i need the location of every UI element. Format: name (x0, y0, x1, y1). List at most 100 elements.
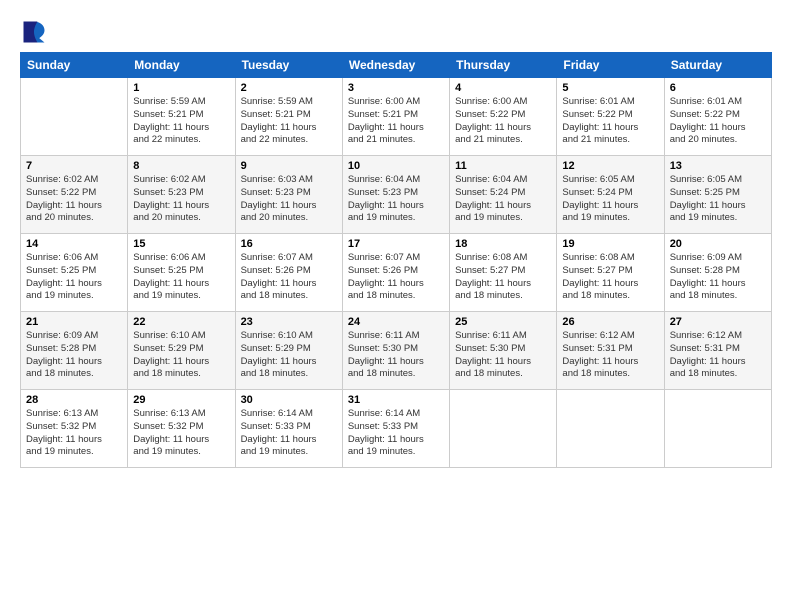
header-cell-saturday: Saturday (664, 53, 771, 78)
day-detail: Sunrise: 6:00 AM Sunset: 5:22 PM Dayligh… (455, 96, 551, 147)
day-number: 16 (241, 238, 337, 250)
day-cell: 15 Sunrise: 6:06 AM Sunset: 5:25 PM Dayli… (128, 234, 235, 312)
header-cell-wednesday: Wednesday (342, 53, 449, 78)
day-cell: 14 Sunrise: 6:06 AM Sunset: 5:25 PM Dayli… (21, 234, 128, 312)
day-cell (664, 390, 771, 468)
header-cell-tuesday: Tuesday (235, 53, 342, 78)
day-number: 3 (348, 82, 444, 94)
page: SundayMondayTuesdayWednesdayThursdayFrid… (0, 0, 792, 612)
day-cell: 9 Sunrise: 6:03 AM Sunset: 5:23 PM Daylig… (235, 156, 342, 234)
day-cell: 19 Sunrise: 6:08 AM Sunset: 5:27 PM Dayli… (557, 234, 664, 312)
day-number: 21 (26, 316, 122, 328)
day-detail: Sunrise: 6:14 AM Sunset: 5:33 PM Dayligh… (241, 408, 337, 459)
day-detail: Sunrise: 6:12 AM Sunset: 5:31 PM Dayligh… (670, 330, 766, 381)
week-row-4: 21 Sunrise: 6:09 AM Sunset: 5:28 PM Dayli… (21, 312, 772, 390)
day-cell: 16Sunrise: 6:07 AM Sunset: 5:26 PM Dayli… (235, 234, 342, 312)
day-number: 23 (241, 316, 337, 328)
day-detail: Sunrise: 6:02 AM Sunset: 5:22 PM Dayligh… (26, 174, 122, 225)
day-number: 15 (133, 238, 229, 250)
day-number: 22 (133, 316, 229, 328)
day-cell: 22 Sunrise: 6:10 AM Sunset: 5:29 PM Dayli… (128, 312, 235, 390)
day-number: 9 (241, 160, 337, 172)
week-row-3: 14 Sunrise: 6:06 AM Sunset: 5:25 PM Dayli… (21, 234, 772, 312)
day-cell: 11Sunrise: 6:04 AM Sunset: 5:24 PM Dayli… (450, 156, 557, 234)
day-detail: Sunrise: 6:06 AM Sunset: 5:25 PM Dayligh… (133, 252, 229, 303)
day-cell: 21 Sunrise: 6:09 AM Sunset: 5:28 PM Dayli… (21, 312, 128, 390)
day-detail: Sunrise: 6:14 AM Sunset: 5:33 PM Dayligh… (348, 408, 444, 459)
header-cell-friday: Friday (557, 53, 664, 78)
day-number: 18 (455, 238, 551, 250)
day-detail: Sunrise: 5:59 AM Sunset: 5:21 PM Dayligh… (241, 96, 337, 147)
day-number: 31 (348, 394, 444, 406)
day-number: 26 (562, 316, 658, 328)
day-cell: 12Sunrise: 6:05 AM Sunset: 5:24 PM Dayli… (557, 156, 664, 234)
day-cell: 1 Sunrise: 5:59 AM Sunset: 5:21 PM Daylig… (128, 78, 235, 156)
day-cell: 6 Sunrise: 6:01 AM Sunset: 5:22 PM Daylig… (664, 78, 771, 156)
day-detail: Sunrise: 6:01 AM Sunset: 5:22 PM Dayligh… (670, 96, 766, 147)
day-detail: Sunrise: 6:04 AM Sunset: 5:23 PM Dayligh… (348, 174, 444, 225)
day-detail: Sunrise: 6:08 AM Sunset: 5:27 PM Dayligh… (562, 252, 658, 303)
day-number: 30 (241, 394, 337, 406)
day-number: 20 (670, 238, 766, 250)
day-number: 10 (348, 160, 444, 172)
day-number: 13 (670, 160, 766, 172)
header-cell-sunday: Sunday (21, 53, 128, 78)
week-row-1: 1 Sunrise: 5:59 AM Sunset: 5:21 PM Daylig… (21, 78, 772, 156)
header-cell-monday: Monday (128, 53, 235, 78)
header-cell-thursday: Thursday (450, 53, 557, 78)
day-cell: 23 Sunrise: 6:10 AM Sunset: 5:29 PM Dayli… (235, 312, 342, 390)
day-detail: Sunrise: 6:11 AM Sunset: 5:30 PM Dayligh… (348, 330, 444, 381)
day-cell: 28Sunrise: 6:13 AM Sunset: 5:32 PM Dayli… (21, 390, 128, 468)
day-number: 8 (133, 160, 229, 172)
day-cell: 7Sunrise: 6:02 AM Sunset: 5:22 PM Daylig… (21, 156, 128, 234)
day-detail: Sunrise: 6:04 AM Sunset: 5:24 PM Dayligh… (455, 174, 551, 225)
day-cell: 2 Sunrise: 5:59 AM Sunset: 5:21 PM Daylig… (235, 78, 342, 156)
day-cell: 27Sunrise: 6:12 AM Sunset: 5:31 PM Dayli… (664, 312, 771, 390)
day-number: 19 (562, 238, 658, 250)
day-detail: Sunrise: 6:06 AM Sunset: 5:25 PM Dayligh… (26, 252, 122, 303)
day-cell: 3 Sunrise: 6:00 AM Sunset: 5:21 PM Daylig… (342, 78, 449, 156)
day-cell (557, 390, 664, 468)
day-detail: Sunrise: 6:09 AM Sunset: 5:28 PM Dayligh… (26, 330, 122, 381)
day-detail: Sunrise: 6:10 AM Sunset: 5:29 PM Dayligh… (241, 330, 337, 381)
day-number: 5 (562, 82, 658, 94)
logo (20, 18, 52, 46)
day-cell: 17Sunrise: 6:07 AM Sunset: 5:26 PM Dayli… (342, 234, 449, 312)
day-cell: 31 Sunrise: 6:14 AM Sunset: 5:33 PM Dayli… (342, 390, 449, 468)
day-detail: Sunrise: 6:00 AM Sunset: 5:21 PM Dayligh… (348, 96, 444, 147)
day-detail: Sunrise: 6:05 AM Sunset: 5:25 PM Dayligh… (670, 174, 766, 225)
day-number: 28 (26, 394, 122, 406)
day-cell: 26 Sunrise: 6:12 AM Sunset: 5:31 PM Dayli… (557, 312, 664, 390)
day-cell: 5 Sunrise: 6:01 AM Sunset: 5:22 PM Daylig… (557, 78, 664, 156)
header-row: SundayMondayTuesdayWednesdayThursdayFrid… (21, 53, 772, 78)
day-number: 6 (670, 82, 766, 94)
day-cell: 30 Sunrise: 6:14 AM Sunset: 5:33 PM Dayli… (235, 390, 342, 468)
day-detail: Sunrise: 6:02 AM Sunset: 5:23 PM Dayligh… (133, 174, 229, 225)
day-detail: Sunrise: 6:09 AM Sunset: 5:28 PM Dayligh… (670, 252, 766, 303)
day-detail: Sunrise: 5:59 AM Sunset: 5:21 PM Dayligh… (133, 96, 229, 147)
day-detail: Sunrise: 6:01 AM Sunset: 5:22 PM Dayligh… (562, 96, 658, 147)
day-number: 25 (455, 316, 551, 328)
day-number: 1 (133, 82, 229, 94)
day-detail: Sunrise: 6:05 AM Sunset: 5:24 PM Dayligh… (562, 174, 658, 225)
calendar-table: SundayMondayTuesdayWednesdayThursdayFrid… (20, 52, 772, 468)
calendar-header: SundayMondayTuesdayWednesdayThursdayFrid… (21, 53, 772, 78)
day-detail: Sunrise: 6:12 AM Sunset: 5:31 PM Dayligh… (562, 330, 658, 381)
day-cell (21, 78, 128, 156)
day-detail: Sunrise: 6:10 AM Sunset: 5:29 PM Dayligh… (133, 330, 229, 381)
day-number: 2 (241, 82, 337, 94)
day-cell: 18 Sunrise: 6:08 AM Sunset: 5:27 PM Dayli… (450, 234, 557, 312)
day-cell: 24Sunrise: 6:11 AM Sunset: 5:30 PM Dayli… (342, 312, 449, 390)
logo-icon (20, 18, 48, 46)
day-cell: 10 Sunrise: 6:04 AM Sunset: 5:23 PM Dayli… (342, 156, 449, 234)
day-cell (450, 390, 557, 468)
day-number: 14 (26, 238, 122, 250)
calendar-body: 1 Sunrise: 5:59 AM Sunset: 5:21 PM Daylig… (21, 78, 772, 468)
day-number: 29 (133, 394, 229, 406)
day-cell: 8 Sunrise: 6:02 AM Sunset: 5:23 PM Daylig… (128, 156, 235, 234)
day-cell: 25 Sunrise: 6:11 AM Sunset: 5:30 PM Dayli… (450, 312, 557, 390)
day-detail: Sunrise: 6:03 AM Sunset: 5:23 PM Dayligh… (241, 174, 337, 225)
day-cell: 29Sunrise: 6:13 AM Sunset: 5:32 PM Dayli… (128, 390, 235, 468)
day-detail: Sunrise: 6:11 AM Sunset: 5:30 PM Dayligh… (455, 330, 551, 381)
day-detail: Sunrise: 6:08 AM Sunset: 5:27 PM Dayligh… (455, 252, 551, 303)
